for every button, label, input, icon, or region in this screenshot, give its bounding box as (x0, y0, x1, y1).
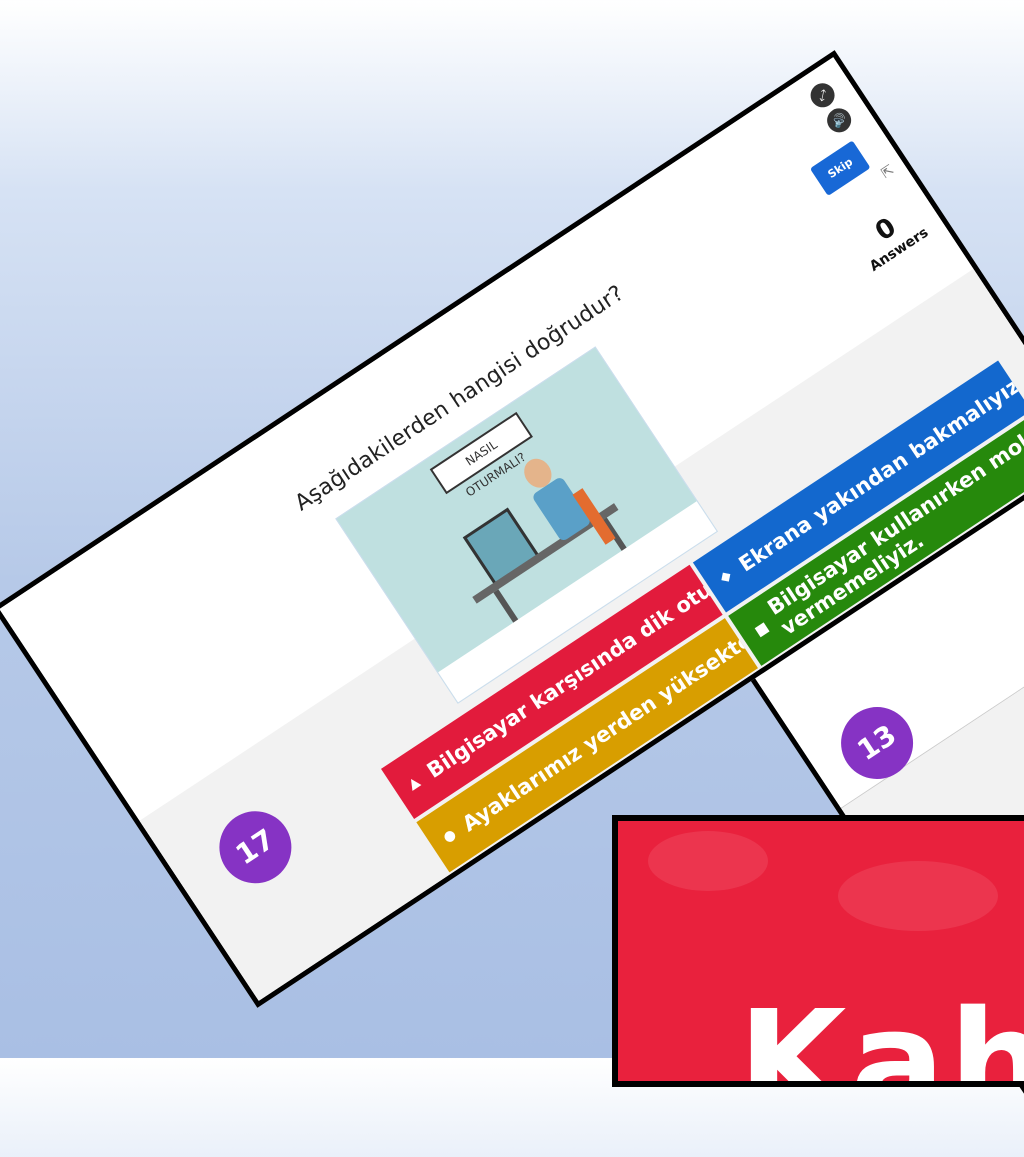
square-icon: ■ (752, 619, 772, 640)
decor-spot (838, 861, 998, 931)
monitor-shape (462, 507, 541, 588)
kahoot-logo-panel: Kah (612, 815, 1024, 1087)
kahoot-logo: Kah (738, 981, 1024, 1087)
decor-spot (648, 831, 768, 891)
